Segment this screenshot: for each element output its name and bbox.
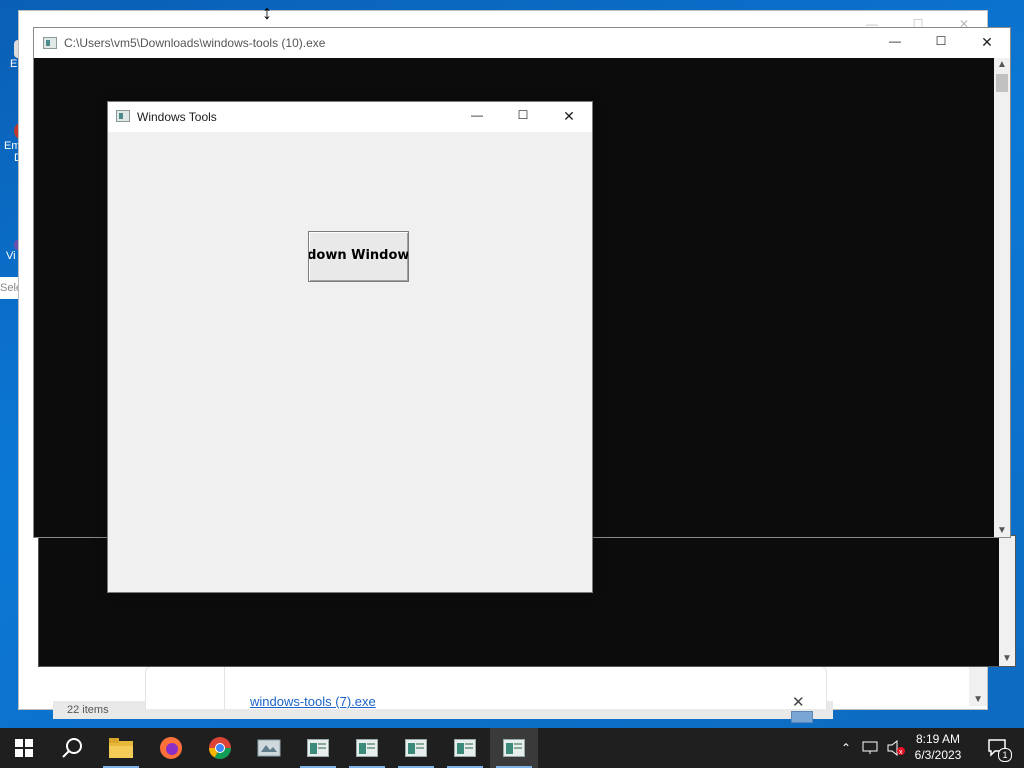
taskbar-app[interactable] bbox=[245, 728, 293, 768]
search-icon bbox=[62, 738, 82, 758]
taskbar: ⌃ x 8:19 AM 6/3/2023 1 bbox=[0, 728, 1024, 768]
notification-count-badge: 1 bbox=[998, 748, 1012, 762]
scroll-down-arrow-icon[interactable]: ▼ bbox=[1002, 653, 1012, 664]
windows-tools-title: Windows Tools bbox=[137, 110, 217, 124]
console-titlebar[interactable]: C:\Users\vm5\Downloads\windows-tools (10… bbox=[34, 28, 1010, 58]
search-button[interactable] bbox=[48, 728, 96, 768]
taskbar-windows-tools[interactable] bbox=[294, 728, 342, 768]
windows-tools-icon bbox=[454, 739, 476, 757]
maximize-button[interactable]: ☐ bbox=[500, 108, 546, 122]
chrome-icon bbox=[209, 737, 231, 759]
console-scrollbar[interactable]: ▼ bbox=[999, 536, 1015, 666]
taskbar-windows-tools-active[interactable] bbox=[490, 728, 538, 768]
scroll-down-arrow-icon[interactable]: ▼ bbox=[997, 525, 1007, 536]
file-explorer-icon bbox=[109, 738, 133, 758]
console-title: C:\Users\vm5\Downloads\windows-tools (10… bbox=[64, 36, 326, 50]
start-button[interactable] bbox=[0, 728, 48, 768]
maximize-button[interactable]: ☐ bbox=[918, 34, 964, 48]
close-icon[interactable]: ✕ bbox=[792, 693, 805, 711]
minimize-button[interactable]: — bbox=[872, 34, 918, 48]
taskbar-chrome[interactable] bbox=[196, 728, 244, 768]
clock[interactable]: 8:19 AM 6/3/2023 bbox=[905, 731, 971, 763]
scroll-up-arrow-icon[interactable]: ▲ bbox=[997, 59, 1007, 70]
windows-tools-icon bbox=[503, 739, 525, 757]
chevron-up-icon: ⌃ bbox=[840, 741, 852, 755]
firefox-icon bbox=[160, 737, 182, 759]
divider bbox=[224, 667, 225, 709]
search-box-fragment[interactable]: Sele bbox=[0, 277, 18, 299]
console-app-icon bbox=[43, 37, 57, 49]
close-button[interactable]: ✕ bbox=[546, 108, 592, 125]
close-button[interactable]: ✕ bbox=[964, 34, 1010, 51]
windows-tools-icon bbox=[307, 739, 329, 757]
taskbar-windows-tools[interactable] bbox=[441, 728, 489, 768]
console-scrollbar[interactable]: ▲ ▼ bbox=[994, 58, 1010, 537]
windows-tools-icon bbox=[405, 739, 427, 757]
download-file-link[interactable]: windows-tools (7).exe bbox=[250, 694, 376, 709]
minimize-button[interactable]: — bbox=[454, 108, 500, 122]
download-bar: windows-tools (7).exe ✕ bbox=[145, 666, 827, 711]
app-icon bbox=[257, 739, 281, 757]
view-toggle-icon[interactable] bbox=[791, 711, 813, 723]
network-button[interactable] bbox=[858, 728, 882, 768]
taskbar-firefox[interactable] bbox=[147, 728, 195, 768]
windows-tools-window[interactable]: Windows Tools — ☐ ✕ Shutdown Windows bbox=[107, 101, 593, 593]
taskbar-windows-tools[interactable] bbox=[392, 728, 440, 768]
shutdown-button-label: Shutdown Windows bbox=[308, 248, 409, 263]
clock-time: 8:19 AM bbox=[915, 732, 961, 746]
resize-cursor-icon: ↕ bbox=[262, 2, 272, 24]
network-icon bbox=[862, 741, 878, 754]
scroll-down-arrow-icon[interactable]: ▼ bbox=[973, 694, 983, 705]
notification-center-button[interactable]: 1 bbox=[978, 728, 1018, 768]
taskbar-windows-tools[interactable] bbox=[343, 728, 391, 768]
volume-muted-icon: x bbox=[887, 740, 905, 756]
windows-tools-icon bbox=[356, 739, 378, 757]
taskbar-file-explorer[interactable] bbox=[97, 728, 145, 768]
windows-tools-titlebar[interactable]: Windows Tools — ☐ ✕ bbox=[108, 102, 592, 132]
windows-tools-app-icon bbox=[116, 110, 130, 122]
svg-text:x: x bbox=[899, 749, 903, 756]
shutdown-windows-button[interactable]: Shutdown Windows bbox=[308, 231, 409, 282]
scrollbar-thumb[interactable] bbox=[996, 74, 1008, 92]
show-hidden-icons-button[interactable]: ⌃ bbox=[836, 728, 856, 768]
windows-logo-icon bbox=[15, 739, 33, 757]
clock-date: 6/3/2023 bbox=[914, 748, 962, 762]
